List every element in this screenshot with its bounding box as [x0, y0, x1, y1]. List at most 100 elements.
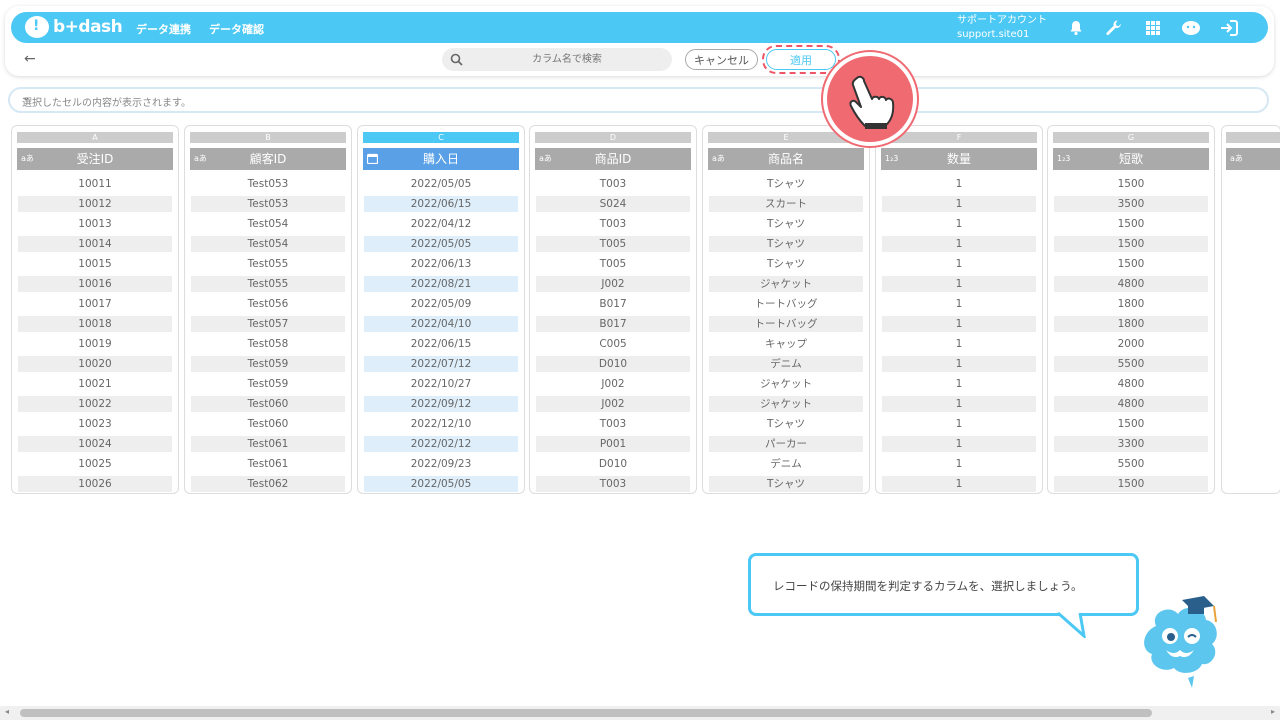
table-cell[interactable]: 2022/10/27 [364, 376, 518, 392]
table-cell[interactable]: 10025 [18, 456, 172, 472]
table-cell[interactable]: 2022/04/12 [364, 216, 518, 232]
table-cell[interactable]: 10023 [18, 416, 172, 432]
table-cell[interactable]: 10016 [18, 276, 172, 292]
horizontal-scrollbar[interactable]: ◂ ▸ [0, 706, 1280, 720]
scroll-left-icon[interactable]: ◂ [5, 707, 9, 716]
column-header[interactable]: 1₂3 数量 [881, 148, 1037, 170]
grid-column[interactable]: Eaあ 商品名 Tシャツ スカート Tシャツ Tシャツ Tシャツ ジャケット トートバッグ トート… [702, 125, 870, 494]
table-cell[interactable]: 4800 [1054, 376, 1208, 392]
table-cell[interactable]: 2022/09/23 [364, 456, 518, 472]
column-header[interactable]: aあ 商品名 [708, 148, 864, 170]
column-header[interactable]: aあ 受注ID [17, 148, 173, 170]
table-cell[interactable]: T003 [536, 476, 690, 492]
table-cell[interactable]: デニム [709, 356, 863, 372]
table-cell[interactable]: 10014 [18, 236, 172, 252]
table-cell[interactable]: 1800 [1054, 316, 1208, 332]
table-cell[interactable]: 1 [882, 396, 1036, 412]
table-cell[interactable]: 1 [882, 416, 1036, 432]
grid-column-partial[interactable]: aあ [1221, 125, 1280, 494]
table-cell[interactable]: 1 [882, 356, 1036, 372]
table-cell[interactable]: J002 [536, 276, 690, 292]
table-cell[interactable]: D010 [536, 456, 690, 472]
table-cell[interactable]: 3300 [1054, 436, 1208, 452]
table-cell[interactable]: ジャケット [709, 276, 863, 292]
table-cell[interactable]: Test055 [191, 256, 345, 272]
table-cell[interactable]: ジャケット [709, 396, 863, 412]
back-arrow-icon[interactable]: ← [24, 51, 36, 67]
chevron-down-icon[interactable]: ⌄ [22, 92, 1253, 103]
apply-button[interactable]: 適用 [766, 49, 836, 70]
table-cell[interactable]: 10020 [18, 356, 172, 372]
table-cell[interactable]: 10019 [18, 336, 172, 352]
table-cell[interactable]: P001 [536, 436, 690, 452]
table-cell[interactable]: B017 [536, 296, 690, 312]
nav-data-check[interactable]: データ確認 [209, 21, 264, 37]
table-cell[interactable]: 1 [882, 296, 1036, 312]
table-cell[interactable]: Test060 [191, 396, 345, 412]
table-cell[interactable]: Test055 [191, 276, 345, 292]
table-cell[interactable]: 2022/06/15 [364, 336, 518, 352]
table-cell[interactable]: 10015 [18, 256, 172, 272]
table-cell[interactable]: 1 [882, 336, 1036, 352]
table-cell[interactable]: Test054 [191, 216, 345, 232]
table-cell[interactable]: 1500 [1054, 216, 1208, 232]
column-header[interactable]: aあ 商品ID [535, 148, 691, 170]
nav-data-integration[interactable]: データ連携 [136, 21, 191, 37]
table-cell[interactable]: 1 [882, 256, 1036, 272]
grid-column[interactable]: F 1₂3 数量 1 1 1 1 1 1 1 1 1 1 1 1 1 1 1 1 [875, 125, 1043, 494]
grid-column[interactable]: C 購入日 2022/05/05 2022/06/15 2022/04/12 2022/0… [357, 125, 525, 494]
table-cell[interactable]: Tシャツ [709, 416, 863, 432]
scroll-right-icon[interactable]: ▸ [1271, 707, 1275, 716]
table-cell[interactable]: 1500 [1054, 236, 1208, 252]
table-cell[interactable]: Test060 [191, 416, 345, 432]
table-cell[interactable]: 1 [882, 236, 1036, 252]
table-cell[interactable]: Test058 [191, 336, 345, 352]
table-cell[interactable]: 2000 [1054, 336, 1208, 352]
table-cell[interactable]: Test053 [191, 176, 345, 192]
table-cell[interactable]: Test057 [191, 316, 345, 332]
table-cell[interactable]: 1500 [1054, 416, 1208, 432]
table-cell[interactable]: 2022/06/15 [364, 196, 518, 212]
table-cell[interactable]: 2022/02/12 [364, 436, 518, 452]
table-cell[interactable]: 10024 [18, 436, 172, 452]
table-cell[interactable]: トートバッグ [709, 316, 863, 332]
table-cell[interactable]: デニム [709, 456, 863, 472]
logout-icon[interactable] [1218, 17, 1240, 39]
table-cell[interactable]: 5500 [1054, 356, 1208, 372]
chat-icon[interactable] [1180, 17, 1202, 39]
table-cell[interactable]: 2022/08/21 [364, 276, 518, 292]
table-cell[interactable]: B017 [536, 316, 690, 332]
table-cell[interactable]: 10012 [18, 196, 172, 212]
column-header[interactable]: 1₂3 短歌 [1053, 148, 1209, 170]
table-cell[interactable]: 1500 [1054, 256, 1208, 272]
table-cell[interactable]: Test053 [191, 196, 345, 212]
table-cell[interactable]: Test062 [191, 476, 345, 492]
table-cell[interactable]: 1 [882, 456, 1036, 472]
table-cell[interactable]: J002 [536, 376, 690, 392]
grid-column[interactable]: Daあ 商品ID T003 S024 T003 T005 T005 J002 B017 B017 C… [529, 125, 697, 494]
grid-column[interactable]: Baあ 顧客ID Test053 Test053 Test054 Test054 Test0… [184, 125, 352, 494]
table-cell[interactable]: Tシャツ [709, 476, 863, 492]
table-cell[interactable]: 2022/04/10 [364, 316, 518, 332]
table-cell[interactable]: Test059 [191, 356, 345, 372]
table-cell[interactable]: 1 [882, 176, 1036, 192]
table-cell[interactable]: 1 [882, 436, 1036, 452]
table-cell[interactable]: 1500 [1054, 176, 1208, 192]
table-cell[interactable]: Test054 [191, 236, 345, 252]
table-cell[interactable]: T005 [536, 256, 690, 272]
table-cell[interactable]: トートバッグ [709, 296, 863, 312]
table-cell[interactable]: T005 [536, 236, 690, 252]
grid-icon[interactable] [1142, 17, 1164, 39]
table-cell[interactable]: 1 [882, 376, 1036, 392]
table-cell[interactable]: 2022/05/05 [364, 476, 518, 492]
table-cell[interactable]: 1 [882, 276, 1036, 292]
column-header[interactable]: aあ 顧客ID [190, 148, 346, 170]
wrench-icon[interactable] [1103, 17, 1125, 39]
grid-column[interactable]: G 1₂3 短歌 1500 3500 1500 1500 1500 4800 1800 1800 20… [1047, 125, 1215, 494]
table-cell[interactable]: パーカー [709, 436, 863, 452]
table-cell[interactable]: T003 [536, 216, 690, 232]
table-cell[interactable]: T003 [536, 416, 690, 432]
table-cell[interactable]: D010 [536, 356, 690, 372]
table-cell[interactable]: 1 [882, 316, 1036, 332]
table-cell[interactable]: Test061 [191, 456, 345, 472]
